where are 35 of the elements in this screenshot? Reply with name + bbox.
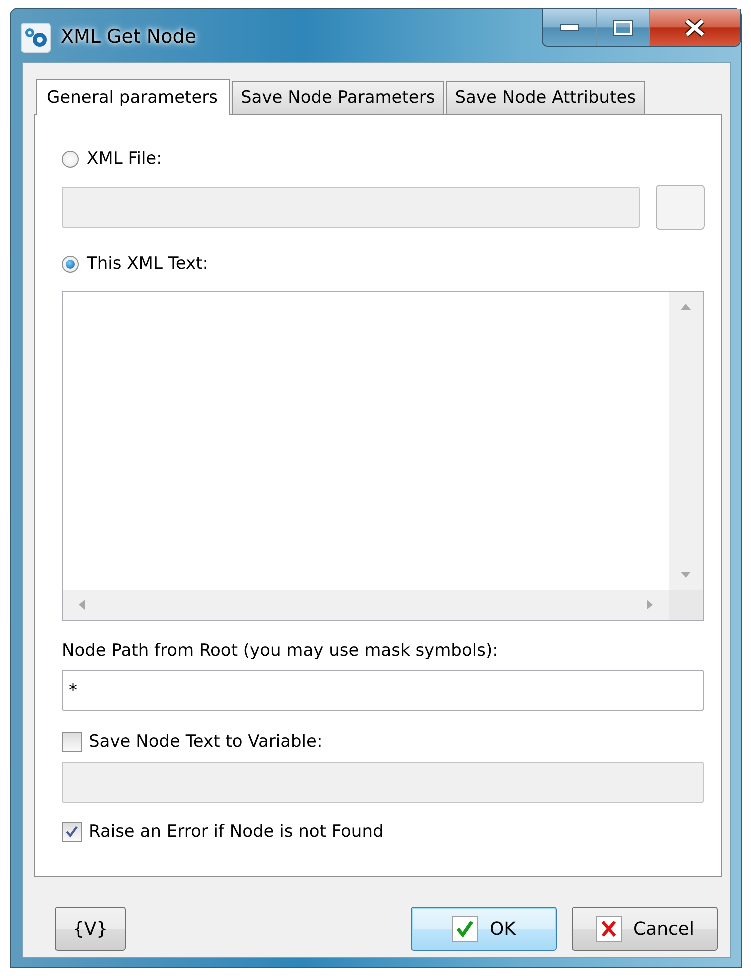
scroll-up-icon[interactable] [681, 304, 691, 310]
maximize-icon [613, 20, 633, 36]
checkbox[interactable] [62, 822, 82, 842]
scroll-right-icon[interactable] [647, 600, 653, 610]
close-button[interactable] [649, 9, 740, 46]
scroll-down-icon[interactable] [681, 572, 691, 578]
ok-button[interactable]: OK [411, 907, 557, 951]
radio-button[interactable] [62, 150, 79, 168]
checkbox-label[interactable]: Raise an Error if Node is not Found [89, 822, 384, 842]
minimize-icon [560, 24, 580, 32]
cross-icon [596, 916, 622, 942]
radio-button[interactable] [62, 256, 79, 272]
node-path-label: Node Path from Root (you may use mask symbols): [62, 641, 500, 661]
tab[interactable]: General parameters [36, 79, 230, 115]
tab[interactable]: Save Node Attributes [446, 81, 646, 114]
radio-label[interactable]: XML File: [87, 149, 162, 169]
vertical-scrollbar[interactable] [669, 292, 703, 590]
cancel-button[interactable]: Cancel [572, 907, 718, 951]
variables-button[interactable]: {V} [55, 907, 126, 951]
tab[interactable]: Save Node Parameters [232, 81, 444, 114]
close-icon [684, 18, 706, 36]
node-path-field[interactable]: * [62, 670, 704, 711]
window-title: XML Get Node [61, 26, 197, 48]
checkbox-label[interactable]: Save Node Text to Variable: [89, 732, 323, 752]
minimize-button[interactable] [543, 9, 596, 46]
checkmark-icon [452, 916, 478, 942]
gears-icon [21, 23, 51, 53]
radio-label[interactable]: This XML Text: [87, 254, 208, 274]
scroll-left-icon[interactable] [79, 600, 85, 610]
horizontal-scrollbar[interactable] [63, 590, 669, 620]
xml-text-area[interactable] [62, 291, 704, 621]
browse-button[interactable] [656, 185, 705, 230]
maximize-button[interactable] [596, 9, 649, 46]
scrollbar-corner [669, 590, 703, 620]
checkbox[interactable] [62, 732, 82, 752]
